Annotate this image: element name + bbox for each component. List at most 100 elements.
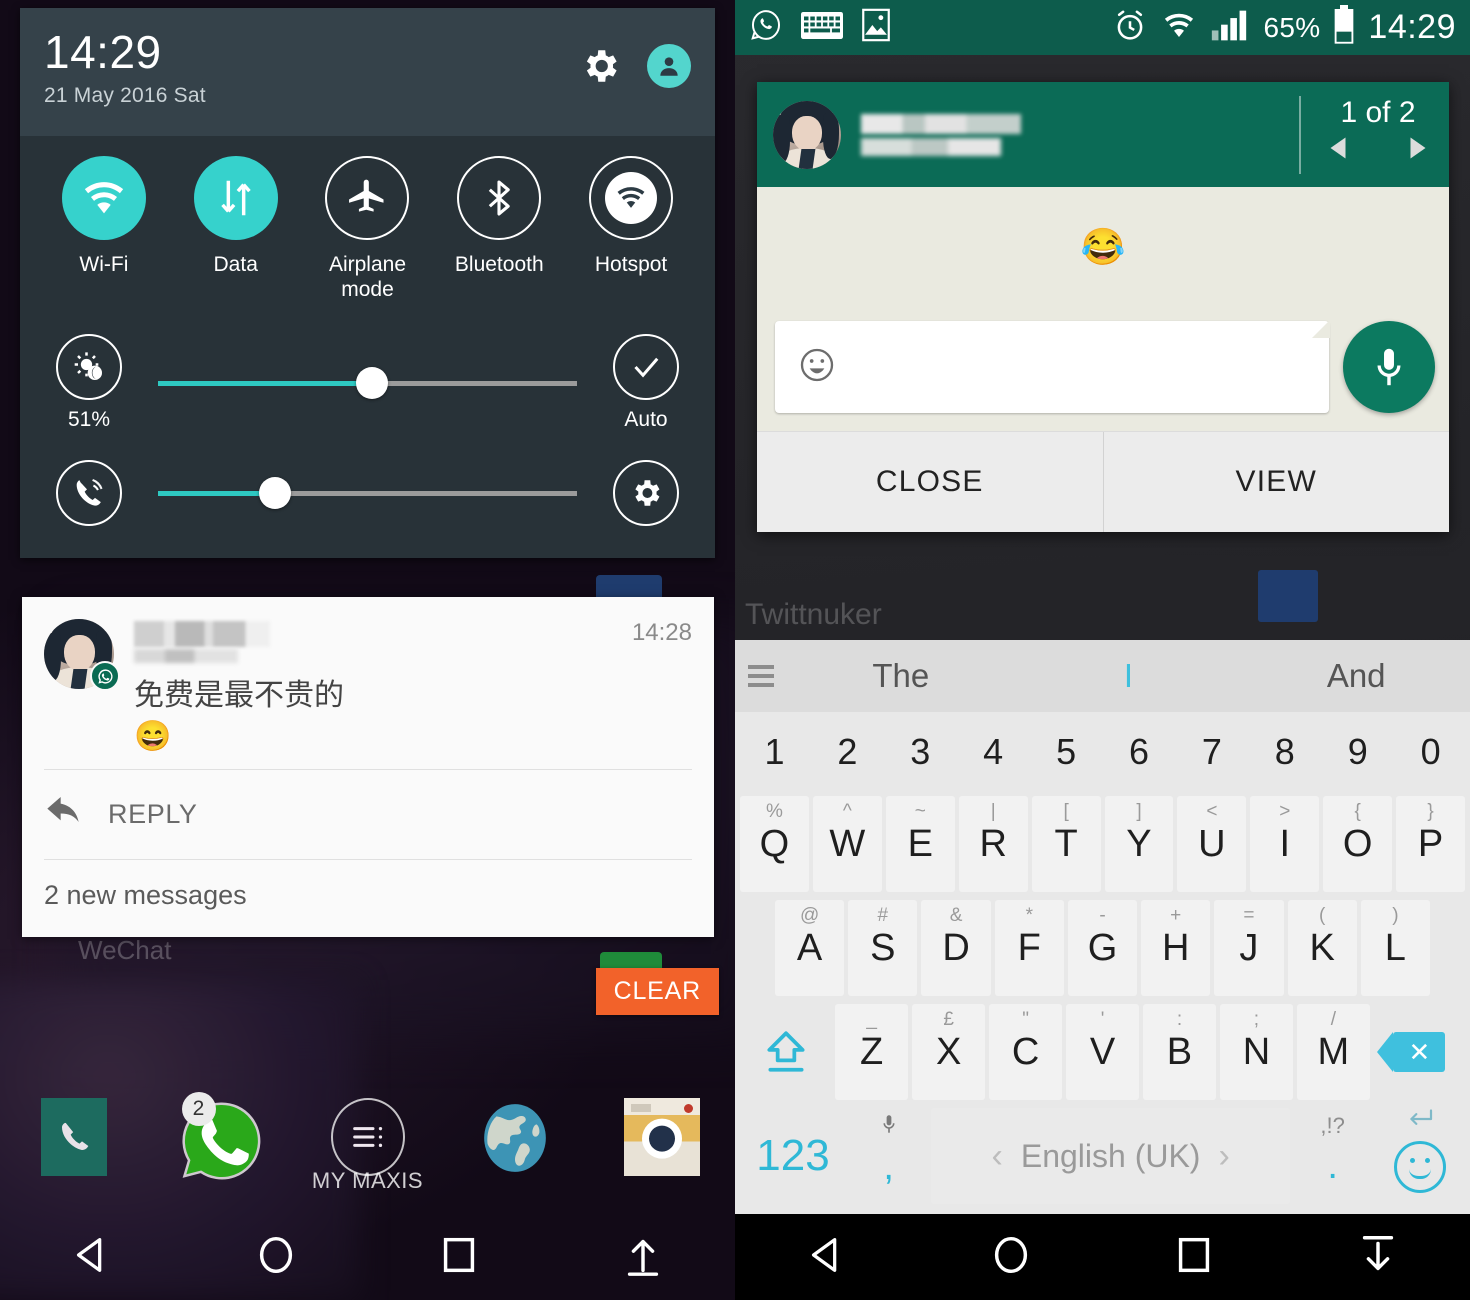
key-5[interactable]: 5 (1032, 716, 1101, 788)
brightness-slider[interactable] (158, 356, 577, 410)
backspace-icon[interactable]: ✕ (1374, 1004, 1465, 1100)
key-g[interactable]: -G (1067, 900, 1138, 996)
dock-item-whatsapp[interactable]: 2 (147, 1092, 294, 1194)
volume-slider[interactable] (158, 466, 577, 520)
prev-arrow-icon[interactable] (1329, 136, 1347, 165)
gear-icon[interactable] (579, 45, 621, 87)
dock-item-drawer[interactable]: MY MAXIS (294, 1098, 441, 1194)
microphone-icon[interactable] (1343, 321, 1435, 413)
key-1[interactable]: 1 (740, 716, 809, 788)
home-circle-icon[interactable] (253, 1232, 299, 1283)
ringer-icon[interactable] (56, 460, 122, 526)
chevron-left-icon[interactable]: ‹ (992, 1137, 1003, 1176)
period-key[interactable]: ,!? . (1294, 1108, 1371, 1204)
key-6[interactable]: 6 (1105, 716, 1174, 788)
key-4[interactable]: 4 (959, 716, 1028, 788)
dock-item-camera[interactable] (588, 1098, 735, 1194)
toggle-data[interactable]: Data (170, 156, 302, 302)
brightness-icon[interactable] (56, 334, 122, 400)
key-label: D (942, 926, 970, 969)
key-m[interactable]: / M (1296, 1004, 1370, 1100)
key-p[interactable]: } P (1396, 796, 1466, 892)
key-a[interactable]: @ A (775, 900, 845, 996)
key-2[interactable]: 2 (813, 716, 882, 788)
recents-square-icon[interactable] (436, 1232, 482, 1283)
key-i[interactable]: > I (1250, 796, 1320, 892)
toggle-wifi[interactable]: Wi-Fi (38, 156, 170, 302)
emoji-smiley-icon (1394, 1141, 1447, 1193)
back-triangle-icon[interactable] (804, 1232, 850, 1283)
key-t[interactable]: [T (1031, 796, 1101, 892)
key-d[interactable]: & D (921, 900, 991, 996)
key-h[interactable]: + H (1141, 900, 1211, 996)
signal-icon (1210, 9, 1250, 47)
key-j[interactable]: = J (1214, 900, 1284, 996)
emoji-smiley-icon[interactable] (797, 345, 837, 390)
slider-handle[interactable] (355, 367, 388, 399)
space-key[interactable]: ‹ English (UK) › (931, 1108, 1290, 1204)
key-8[interactable]: 8 (1250, 716, 1319, 788)
notification-card[interactable]: 14:28 免费是最不贵的 😄 REPLY 2 new messages (22, 597, 714, 937)
clear-button[interactable]: CLEAR (595, 968, 719, 1015)
slider-handle[interactable] (259, 477, 292, 509)
key-label: W (829, 822, 866, 865)
key-x[interactable]: £ X (912, 1004, 986, 1100)
key-0[interactable]: 0 (1396, 716, 1465, 788)
reply-action[interactable]: REPLY (22, 770, 714, 859)
status-bar: 65% 14:29 (735, 0, 1470, 55)
key-c[interactable]: " C (989, 1004, 1063, 1100)
key-f[interactable]: * F (994, 900, 1064, 996)
back-triangle-icon[interactable] (69, 1232, 115, 1283)
sound-settings-gear-icon[interactable] (613, 460, 679, 526)
key-7[interactable]: 7 (1177, 716, 1246, 788)
toggle-bluetooth[interactable]: Bluetooth (433, 156, 565, 302)
suggestion-0[interactable]: The (787, 657, 1015, 695)
notification-summary: 2 new messages (44, 880, 247, 910)
reply-input[interactable] (775, 320, 1330, 413)
comma-key[interactable]: , (850, 1108, 927, 1204)
view-button[interactable]: VIEW (1102, 432, 1450, 532)
up-arrow-icon[interactable] (620, 1232, 666, 1283)
recents-square-icon[interactable] (1171, 1232, 1217, 1283)
chevron-right-icon[interactable]: › (1218, 1137, 1229, 1176)
home-circle-icon[interactable] (988, 1232, 1034, 1283)
emoji-enter-key[interactable] (1375, 1108, 1465, 1204)
auto-brightness-check-icon[interactable] (613, 334, 679, 400)
key-e[interactable]: ~ E (885, 796, 955, 892)
hamburger-icon[interactable] (735, 665, 787, 687)
next-arrow-icon[interactable] (1409, 136, 1427, 165)
down-arrow-icon[interactable] (1355, 1232, 1401, 1283)
key-s[interactable]: # S (848, 900, 918, 996)
key-3[interactable]: 3 (886, 716, 955, 788)
key-9[interactable]: 9 (1323, 716, 1392, 788)
key-label: H (1161, 926, 1190, 969)
key-u[interactable]: < U (1177, 796, 1247, 892)
key-w[interactable]: ^ W (812, 796, 882, 892)
key-v[interactable]: ' V (1066, 1004, 1139, 1100)
key-r[interactable]: | R (958, 796, 1028, 892)
numeric-mode-key[interactable]: 123 (740, 1108, 846, 1204)
key-q[interactable]: % Q (740, 796, 809, 892)
key-alt: £ (943, 1009, 954, 1030)
key-o[interactable]: {O (1323, 796, 1393, 892)
close-button[interactable]: CLOSE (757, 432, 1103, 532)
key-b[interactable]: :B (1143, 1004, 1216, 1100)
key-alt: _ (866, 1009, 877, 1030)
toggle-airplane-mode[interactable]: Airplane mode (302, 156, 434, 302)
key-label: P (1417, 822, 1444, 865)
suggestion-1[interactable]: I (1015, 657, 1243, 695)
key-y[interactable]: ] Y (1104, 796, 1174, 892)
suggestion-2[interactable]: And (1242, 657, 1470, 695)
key-k[interactable]: (K (1287, 900, 1357, 996)
shift-icon[interactable] (740, 1004, 831, 1100)
key-l[interactable]: ) L (1360, 900, 1430, 996)
dock-item-phone[interactable] (0, 1098, 147, 1194)
toggle-hotspot[interactable]: Hotspot (565, 156, 697, 302)
dock-item-browser[interactable] (441, 1098, 588, 1194)
key-alt: " (1022, 1009, 1029, 1030)
key-z[interactable]: _ Z (835, 1004, 909, 1100)
key-alt: ' (1100, 1009, 1105, 1030)
key-alt: ^ (842, 801, 852, 822)
key-n[interactable]: ; N (1219, 1004, 1293, 1100)
user-avatar-icon[interactable] (647, 44, 691, 88)
